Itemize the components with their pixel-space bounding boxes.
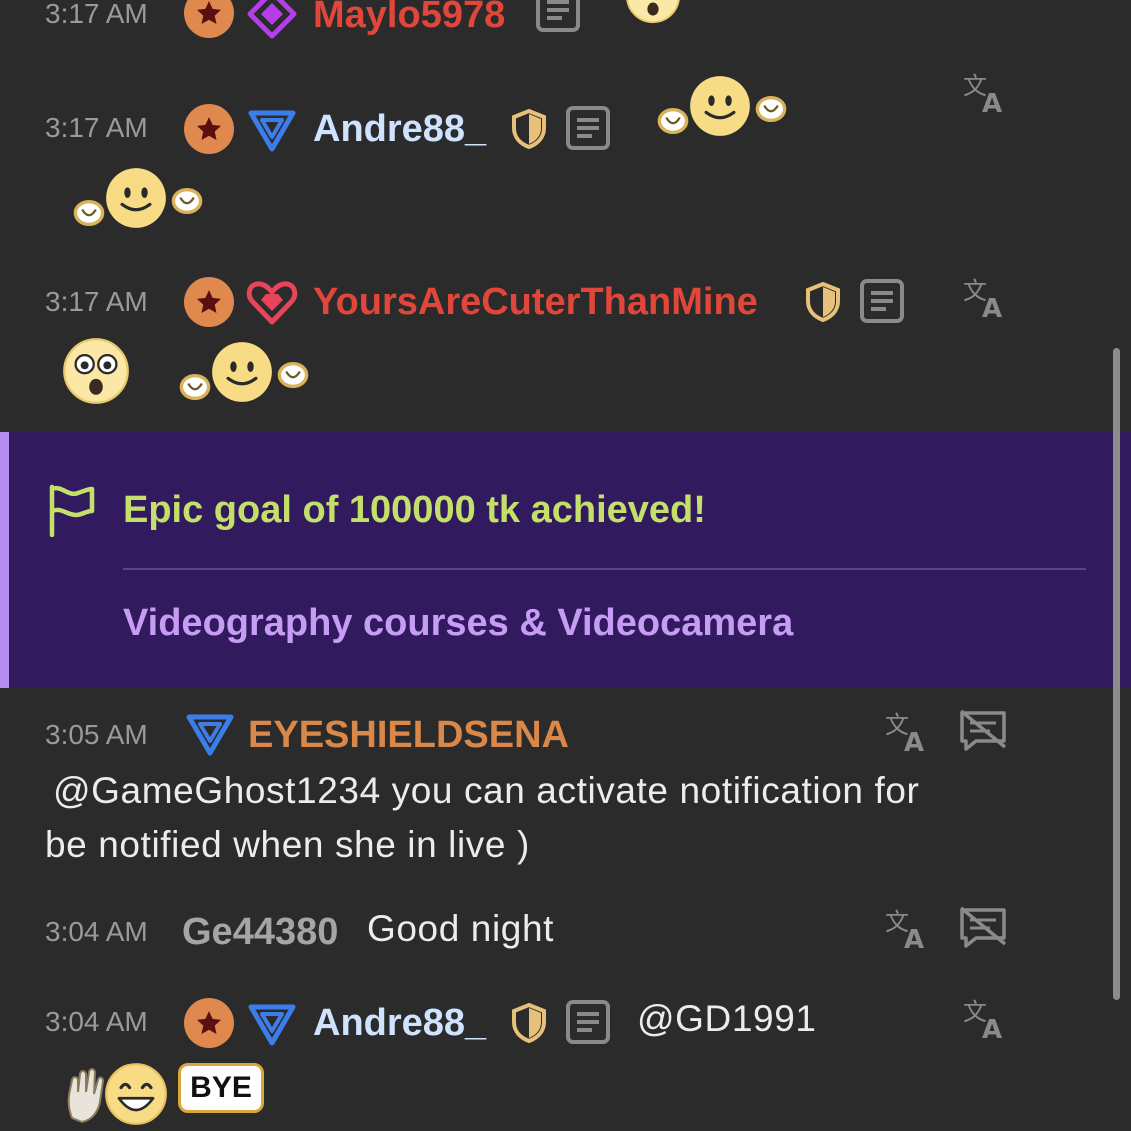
goal-divider [123, 568, 1086, 570]
username-link[interactable]: Andre88_ [313, 1004, 486, 1042]
shield-icon [510, 108, 548, 150]
triangle-rank-icon [246, 998, 298, 1050]
message-timestamp: 3:17 AM [45, 112, 148, 143]
surprised-emoji-icon [620, 0, 686, 24]
star-badge-icon [184, 104, 234, 154]
username-link[interactable]: Andre88_ [313, 110, 486, 148]
waving-smile-emoji-icon [72, 166, 206, 236]
username-link[interactable]: Maylo5978 [313, 0, 505, 34]
triangle-rank-icon [246, 104, 298, 156]
username-link[interactable]: YoursAreCuterThanMine [313, 283, 758, 321]
scrollbar-thumb[interactable] [1113, 348, 1120, 1000]
message-timestamp: 3:04 AM [45, 1006, 148, 1037]
shield-icon [804, 281, 842, 323]
banner-accent-bar [0, 432, 9, 688]
shield-icon [510, 1002, 548, 1044]
message-text: @GameGhost1234 you can activate notifica… [53, 770, 920, 811]
waving-smile-emoji-icon [656, 74, 790, 144]
triangle-rank-icon [184, 708, 236, 760]
notes-icon[interactable] [564, 998, 612, 1046]
translate-icon[interactable] [962, 70, 1008, 116]
username-link[interactable]: EYESHIELDSENA [248, 716, 569, 754]
notes-icon[interactable] [564, 104, 612, 152]
message-timestamp: 3:05 AM [45, 719, 148, 750]
no-chat-icon[interactable] [958, 904, 1008, 950]
message-text: Good night [367, 908, 555, 949]
username-link[interactable]: Ge44380 [182, 913, 338, 951]
star-badge-icon [184, 277, 234, 327]
surprised-emoji-icon [62, 337, 130, 405]
heart-rank-icon [246, 281, 298, 325]
waving-smile-emoji-icon [178, 340, 312, 410]
message-text: @GD1991 [637, 998, 817, 1039]
notes-icon[interactable] [858, 277, 906, 325]
notes-icon[interactable] [534, 0, 582, 34]
message-timestamp: 3:17 AM [45, 0, 148, 29]
translate-icon[interactable] [962, 275, 1008, 321]
star-badge-icon [184, 998, 234, 1048]
waving-hand-emoji-icon [67, 1068, 105, 1124]
grinning-emoji-icon [105, 1063, 167, 1125]
message-timestamp: 3:17 AM [45, 286, 148, 317]
star-badge-icon [184, 0, 234, 38]
goal-achieved-banner [0, 432, 1131, 688]
goal-description: Videography courses & Videocamera [123, 602, 794, 644]
message-text: be notified when she in live ) [45, 824, 530, 865]
goal-title: Epic goal of 100000 tk achieved! [123, 489, 706, 531]
translate-icon[interactable] [962, 996, 1008, 1042]
flag-icon [49, 484, 95, 537]
translate-icon[interactable] [884, 709, 930, 755]
no-chat-icon[interactable] [958, 707, 1008, 753]
diamond-rank-icon [247, 0, 297, 39]
message-timestamp: 3:04 AM [45, 916, 148, 947]
translate-icon[interactable] [884, 906, 930, 952]
bye-sticker: BYE [178, 1063, 264, 1113]
